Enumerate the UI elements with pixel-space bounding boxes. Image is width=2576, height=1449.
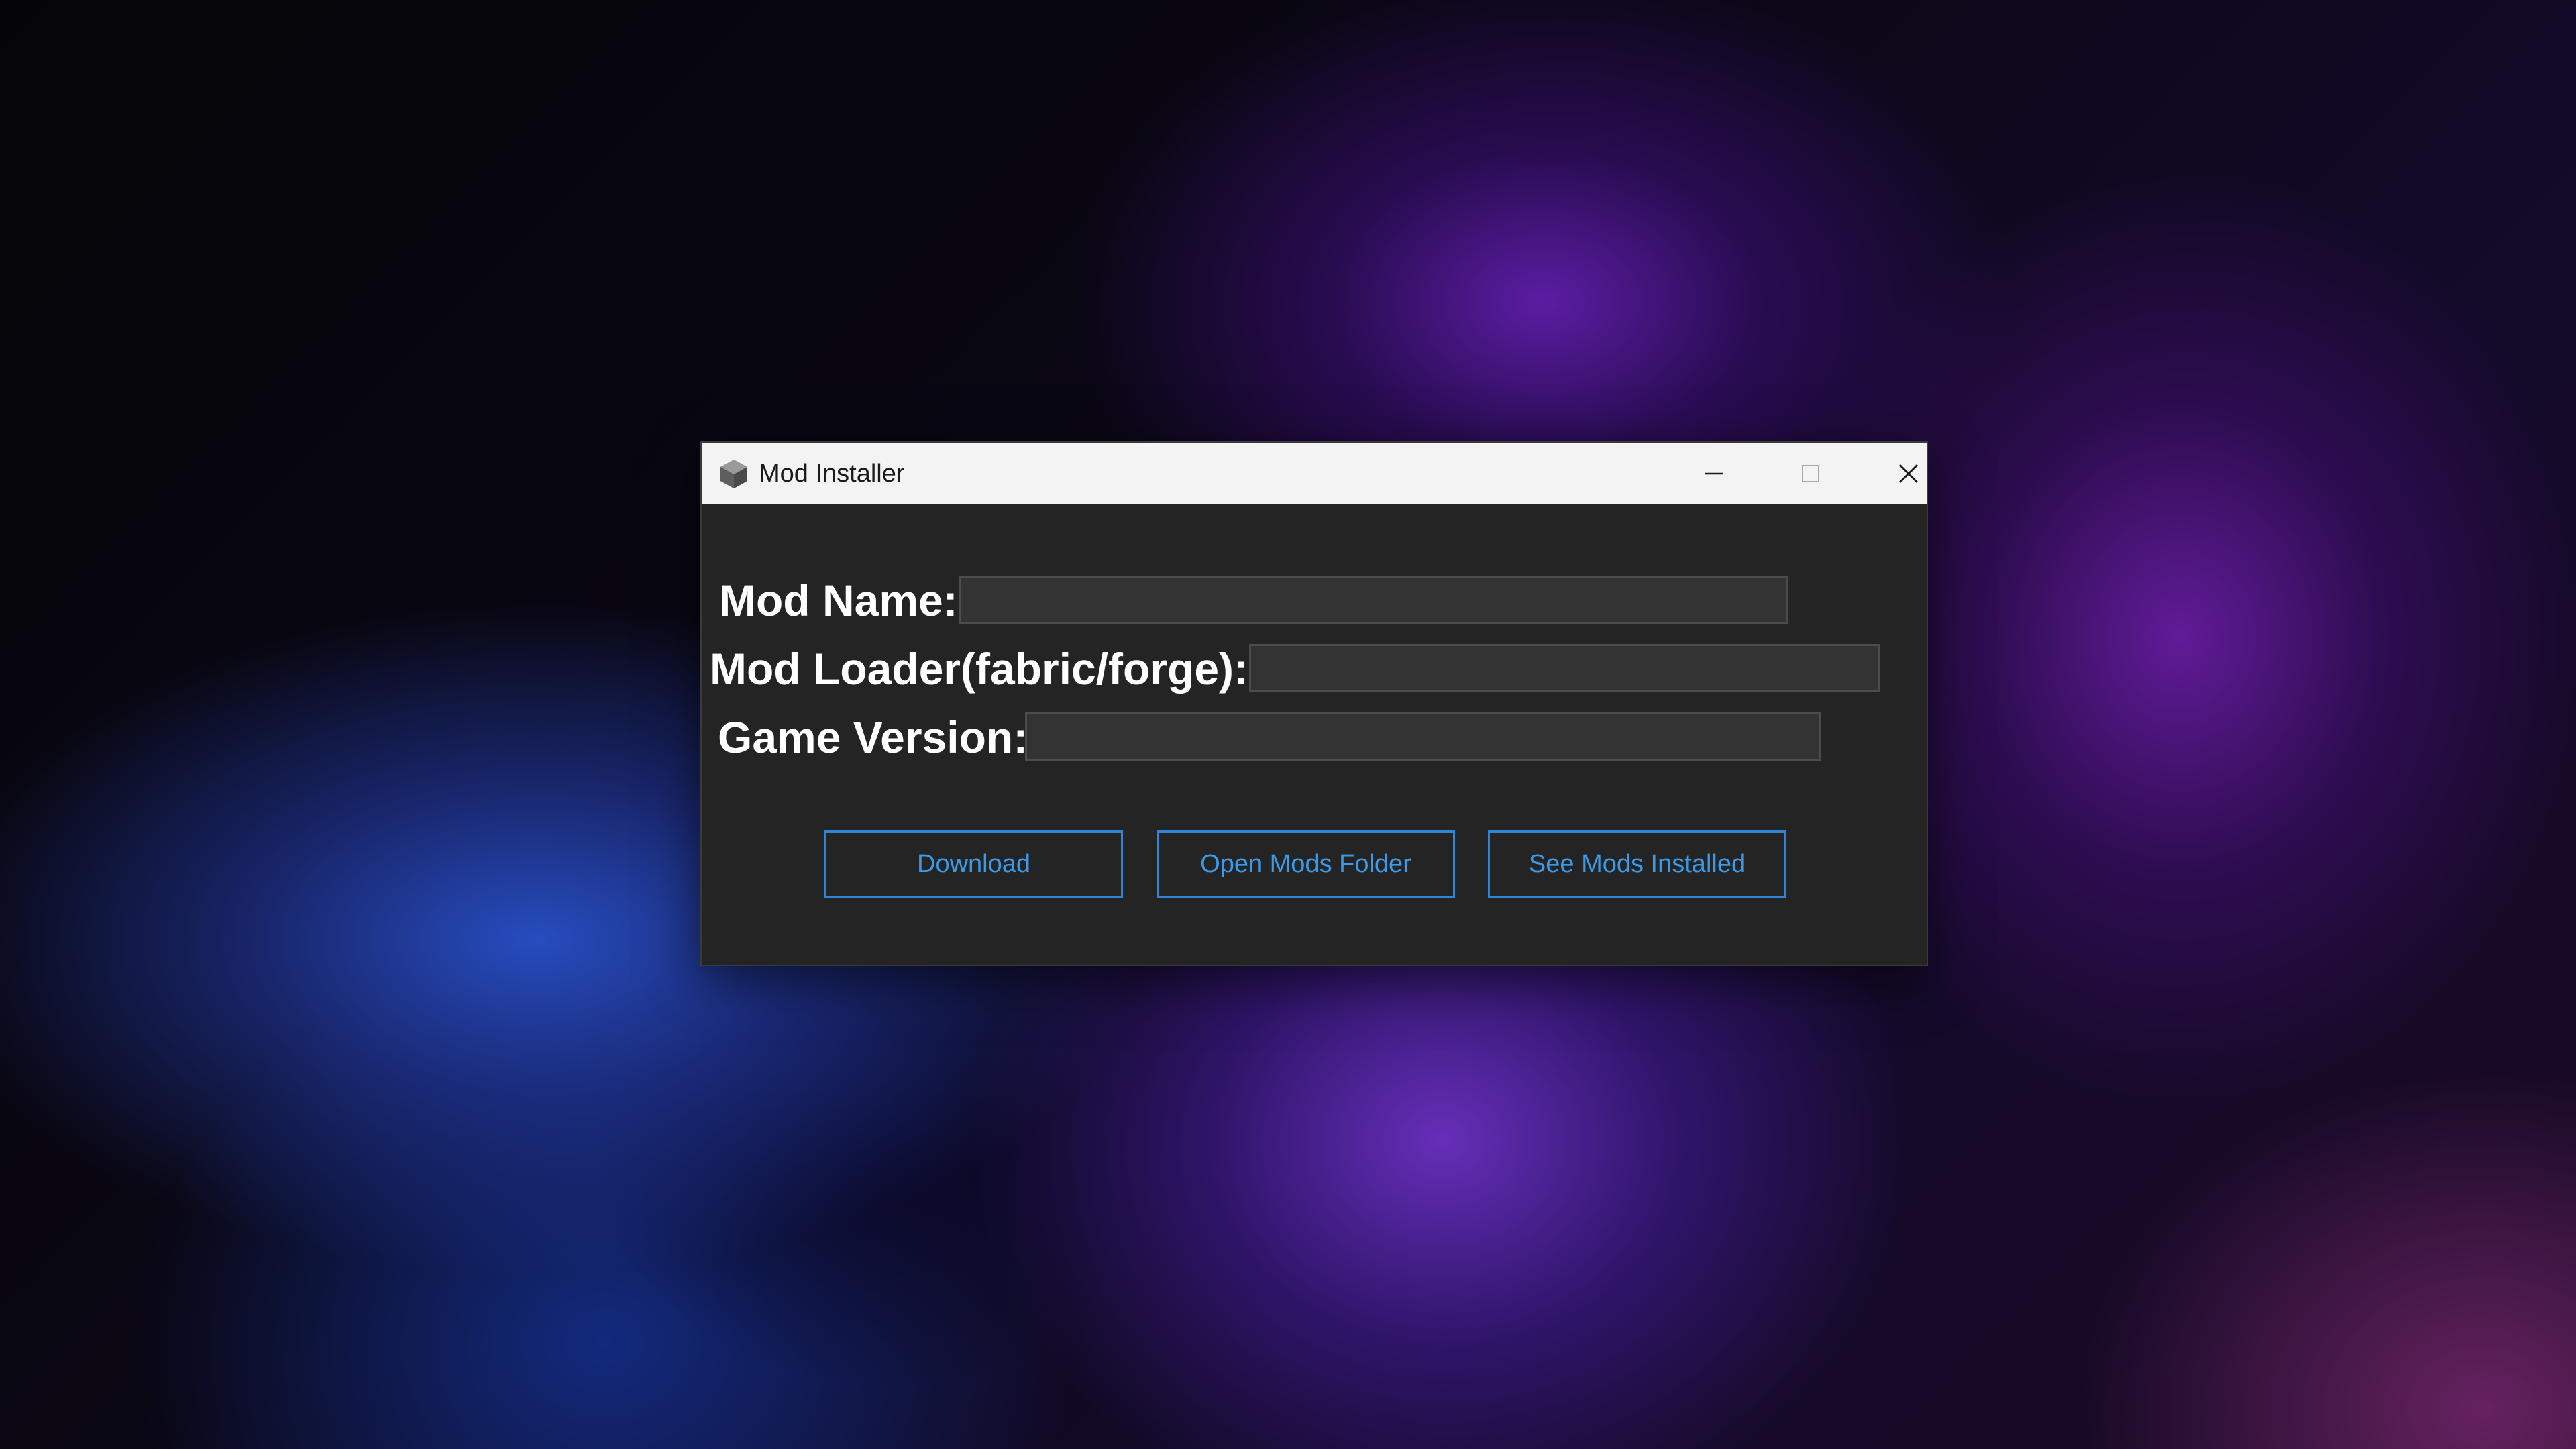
game-version-input[interactable] (1025, 712, 1821, 761)
game-version-label: Game Version: (718, 712, 1028, 762)
title-bar[interactable]: Mod Installer (702, 443, 1927, 504)
maximize-button[interactable] (1764, 443, 1857, 504)
cube-icon (720, 460, 747, 488)
mod-name-label: Mod Name: (719, 576, 958, 625)
minimize-icon (1705, 472, 1723, 475)
open-mods-folder-button[interactable]: Open Mods Folder (1157, 830, 1455, 898)
download-button[interactable]: Download (824, 830, 1123, 898)
window-title: Mod Installer (759, 460, 905, 488)
minimize-button[interactable] (1668, 443, 1760, 504)
see-mods-installed-button[interactable]: See Mods Installed (1488, 830, 1786, 898)
mod-loader-input[interactable] (1249, 644, 1880, 692)
mod-loader-label: Mod Loader(fabric/forge): (710, 644, 1248, 694)
mod-name-input[interactable] (959, 576, 1788, 624)
close-icon (1899, 464, 1918, 483)
close-button[interactable] (1862, 443, 1955, 504)
maximize-icon (1802, 465, 1819, 482)
mod-installer-window: Mod Installer Mod Name: Mod Loader(fabri… (700, 441, 1928, 966)
